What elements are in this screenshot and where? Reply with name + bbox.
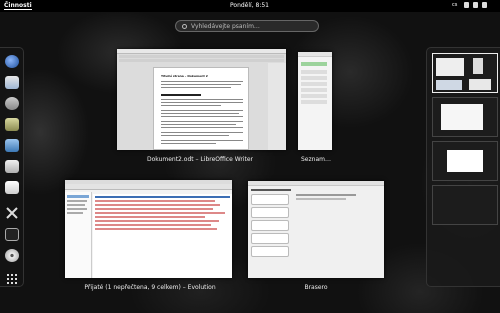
window-titlebar	[117, 49, 286, 54]
show-applications-icon[interactable]	[5, 270, 19, 284]
music-icon[interactable]	[5, 118, 19, 131]
tools-icon[interactable]	[5, 205, 19, 219]
sidebar	[268, 63, 286, 150]
message-list	[93, 194, 232, 278]
search-icon	[182, 23, 187, 29]
window-caption-writer: Dokument2.odt – LibreOffice Writer	[146, 156, 254, 163]
window-thumbnail-seznam[interactable]	[298, 52, 332, 150]
status-area	[464, 2, 487, 8]
workspace-4[interactable]	[432, 185, 498, 225]
search-box[interactable]	[175, 20, 319, 32]
workspace-switcher	[426, 47, 500, 287]
user-menu-icon[interactable]	[482, 2, 487, 8]
system-monitor-icon[interactable]	[5, 139, 19, 152]
document-title: Titulní strana – Dokument 2	[161, 74, 208, 78]
web-browser-icon[interactable]	[5, 55, 19, 68]
workspace-2[interactable]	[432, 97, 498, 137]
workspace-3[interactable]	[432, 141, 498, 181]
window-caption-brasero: Brasero	[304, 284, 328, 291]
window-thumbnail-brasero[interactable]	[248, 181, 384, 278]
document-page: Titulní strana – Dokument 2	[153, 67, 249, 150]
keyboard-layout-indicator[interactable]: cs	[452, 2, 457, 9]
volume-icon[interactable]	[464, 2, 469, 8]
files-icon[interactable]	[5, 160, 19, 173]
terminal-icon[interactable]	[5, 228, 19, 241]
folder-pane	[65, 192, 92, 278]
window-thumbnail-writer[interactable]: Titulní strana – Dokument 2	[117, 49, 286, 150]
top-bar: Činnosti Pondělí, 8:51 cs	[0, 0, 500, 12]
disc-burner-icon[interactable]	[5, 249, 19, 262]
window-thumbnail-evolution[interactable]	[65, 180, 232, 278]
workspace-1[interactable]	[432, 53, 498, 93]
window-caption-evolution: Přijaté (1 nepřečtena, 9 celkem) – Evolu…	[84, 284, 216, 291]
chat-icon[interactable]	[5, 97, 19, 110]
search-input[interactable]	[191, 22, 311, 30]
network-icon[interactable]	[473, 2, 478, 8]
activities-button[interactable]: Činnosti	[4, 2, 32, 10]
clock[interactable]: Pondělí, 8:51	[230, 2, 269, 9]
dash	[0, 47, 24, 287]
text-editor-icon[interactable]	[5, 181, 19, 194]
toolbar	[65, 184, 232, 190]
window-caption-seznam: Seznam…	[301, 156, 331, 163]
email-icon[interactable]	[5, 76, 19, 89]
